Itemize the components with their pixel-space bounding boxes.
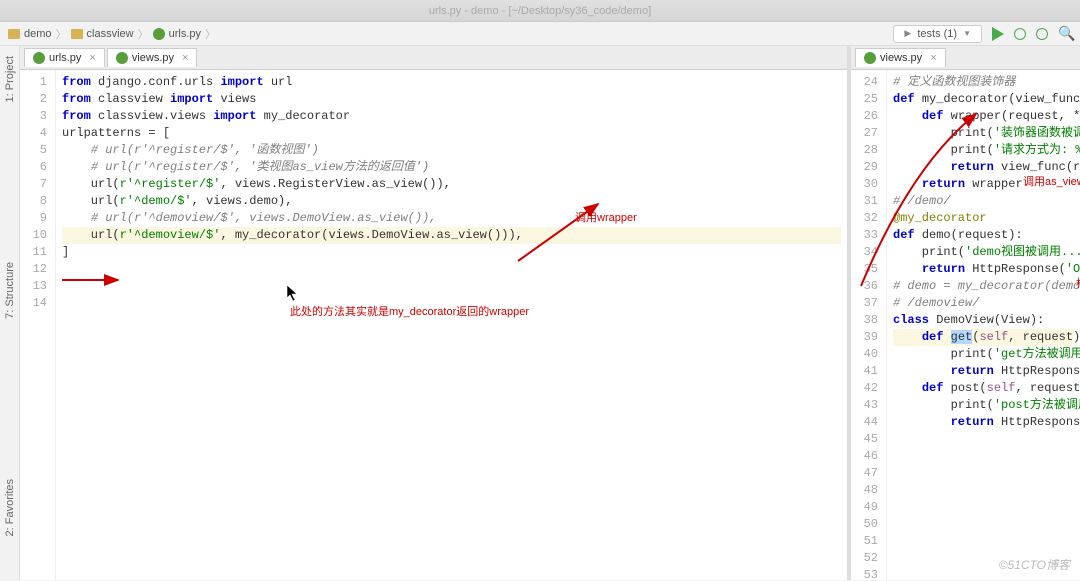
line-gutter: 2425262728293031323334353637383940414243… xyxy=(851,70,887,580)
code-area-left[interactable]: from django.conf.urls import urlfrom cla… xyxy=(56,70,847,580)
python-file-icon xyxy=(864,52,876,64)
left-tool-window-bar: 1: Project 7: Structure 2: Favorites xyxy=(0,46,20,580)
python-file-icon xyxy=(153,28,165,40)
main-area: 1: Project 7: Structure 2: Favorites url… xyxy=(0,46,1080,580)
breadcrumb-item[interactable]: demo xyxy=(8,28,52,40)
run-config-label: tests (1) xyxy=(917,28,957,40)
chevron-down-icon: ▼ xyxy=(963,29,971,38)
run-icon: ▶ xyxy=(904,28,911,39)
tab-views-py[interactable]: views.py × xyxy=(107,48,198,67)
close-icon[interactable]: × xyxy=(89,52,95,64)
editor-body-left[interactable]: 1234567891011121314 from django.conf.url… xyxy=(20,70,847,580)
tab-label: views.py xyxy=(880,52,922,64)
run-button[interactable] xyxy=(992,27,1004,41)
breadcrumb-item[interactable]: classview xyxy=(71,28,134,40)
run-config-dropdown[interactable]: ▶ tests (1) ▼ xyxy=(893,25,982,43)
watermark: ©51CTO博客 xyxy=(999,556,1070,573)
breadcrumb-separator: 〉 xyxy=(205,26,216,42)
editor-pane-left: urls.py × views.py × 1234567891011121314… xyxy=(20,46,847,580)
tab-urls-py[interactable]: urls.py × xyxy=(24,48,105,67)
tab-label: urls.py xyxy=(49,52,81,64)
breadcrumb: demo 〉 classview 〉 urls.py 〉 ▶ tests (1)… xyxy=(0,22,1080,46)
editor-tabs-right: views.py × xyxy=(851,46,1080,70)
close-icon[interactable]: × xyxy=(930,52,936,64)
sidetab-project[interactable]: 1: Project xyxy=(4,56,16,102)
editor-body-right[interactable]: 2425262728293031323334353637383940414243… xyxy=(851,70,1080,580)
search-icon[interactable]: 🔍 xyxy=(1058,25,1072,42)
editor-tabs-left: urls.py × views.py × xyxy=(20,46,847,70)
debug-button[interactable] xyxy=(1014,28,1026,40)
breadcrumb-separator: 〉 xyxy=(56,26,67,42)
close-icon[interactable]: × xyxy=(182,52,188,64)
breadcrumb-item[interactable]: urls.py xyxy=(153,28,201,40)
tab-label: views.py xyxy=(132,52,174,64)
window-titlebar: urls.py - demo - [~/Desktop/sy36_code/de… xyxy=(0,0,1080,22)
sidetab-structure[interactable]: 7: Structure xyxy=(4,262,16,319)
sidetab-favorites[interactable]: 2: Favorites xyxy=(4,479,16,536)
python-file-icon xyxy=(33,52,45,64)
code-area-right[interactable]: # 定义函数视图装饰器def my_decorator(view_func): … xyxy=(887,70,1080,580)
tab-views-py-right[interactable]: views.py × xyxy=(855,48,946,67)
coverage-button[interactable] xyxy=(1036,28,1048,40)
folder-icon xyxy=(8,29,20,39)
breadcrumb-separator: 〉 xyxy=(138,26,149,42)
editor-pane-right: views.py × 24252627282930313233343536373… xyxy=(851,46,1080,580)
line-gutter: 1234567891011121314 xyxy=(20,70,56,580)
folder-icon xyxy=(71,29,83,39)
python-file-icon xyxy=(116,52,128,64)
